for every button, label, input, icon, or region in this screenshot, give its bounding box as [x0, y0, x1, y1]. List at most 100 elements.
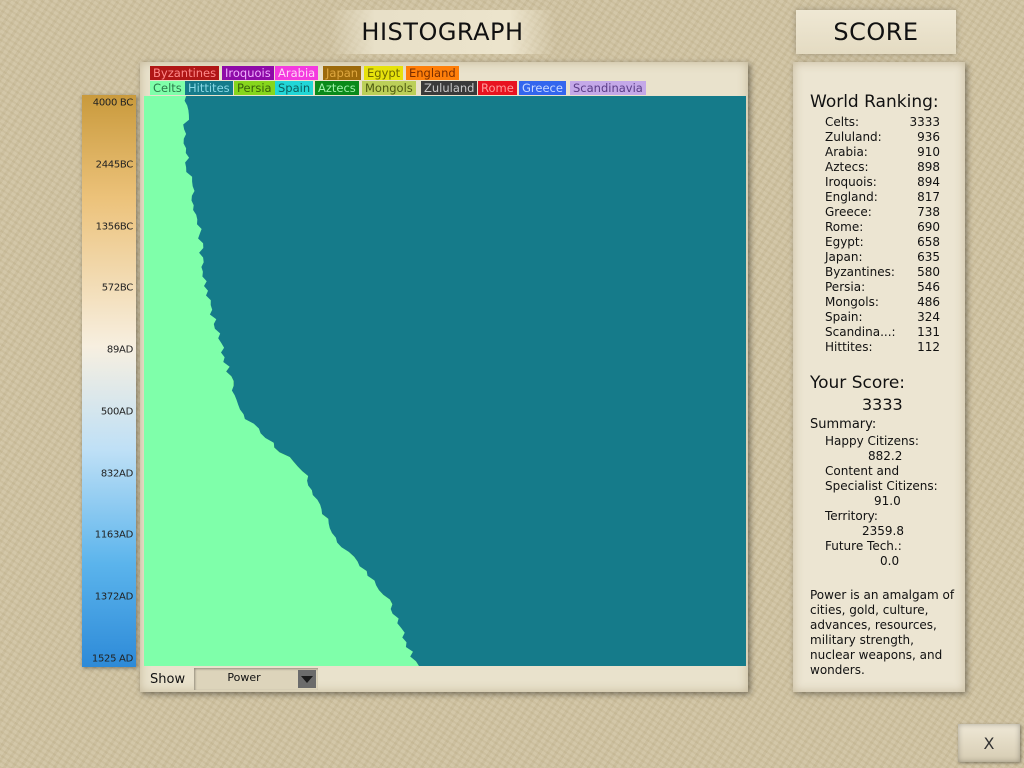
- score-title: SCORE: [833, 18, 919, 46]
- timeline-tick: 1372AD: [94, 591, 134, 603]
- ranking-row: Hittites: 112: [825, 340, 940, 355]
- ranking-civ-name: Spain:: [825, 310, 863, 324]
- close-button[interactable]: X: [958, 724, 1020, 762]
- ranking-row: Egypt: 658: [825, 235, 940, 250]
- legend-item-rome: Rome: [478, 81, 517, 95]
- ranking-civ-score: 112: [917, 340, 940, 354]
- legend-item-mongols: Mongols: [362, 81, 416, 95]
- timeline-tick: 832AD: [100, 468, 133, 480]
- legend-item-japan: Japan: [323, 66, 362, 80]
- band-hittites: [183, 96, 746, 666]
- ranking-row: England: 817: [825, 190, 940, 205]
- ranking-row: Arabia: 910: [825, 145, 940, 160]
- ranking-civ-name: Byzantines:: [825, 265, 895, 279]
- show-dropdown[interactable]: Power: [194, 668, 318, 690]
- ranking-civ-score: 486: [917, 295, 940, 309]
- timeline-tick: 1163AD: [94, 529, 134, 541]
- timeline-tick: 1525 AD: [91, 653, 133, 665]
- legend-item-celts: Celts: [150, 81, 185, 95]
- happy-citizens-value: 882.2: [868, 449, 903, 463]
- legend-row-2: Celts Hittites Persia Spain Aztecs Mongols Zul…: [150, 81, 750, 95]
- legend-item-zululand: Zululand: [421, 81, 478, 95]
- legend-item-arabia: Arabia: [275, 66, 319, 80]
- ranking-civ-score: 817: [917, 190, 940, 204]
- show-dropdown-value: Power: [227, 671, 261, 684]
- content-citizens-label-1: Content and: [825, 464, 900, 478]
- ranking-row: Byzantines: 580: [825, 265, 940, 280]
- ranking-civ-name: Egypt:: [825, 235, 864, 249]
- summary-title: Summary:: [810, 417, 877, 432]
- ranking-row: Mongols: 486: [825, 295, 940, 310]
- ranking-civ-name: Hittites:: [825, 340, 873, 354]
- content-citizens-label-2: Specialist Citizens:: [825, 479, 938, 493]
- ranking-row: Scandina...: 131: [825, 325, 940, 340]
- ranking-civ-name: Aztecs:: [825, 160, 869, 174]
- legend-item-spain: Spain: [275, 81, 314, 95]
- score-title-panel: SCORE: [796, 10, 956, 54]
- ranking-civ-name: Iroquois:: [825, 175, 877, 189]
- dropdown-arrow-button[interactable]: [298, 670, 316, 688]
- your-score-value: 3333: [862, 395, 903, 414]
- ranking-row: Greece: 738: [825, 205, 940, 220]
- timeline-tick: 500AD: [100, 406, 133, 418]
- ranking-row: Persia: 546: [825, 280, 940, 295]
- ranking-civ-name: Celts:: [825, 115, 860, 129]
- legend-item-persia: Persia: [234, 81, 275, 95]
- future-tech-label: Future Tech.:: [825, 539, 902, 553]
- legend-item-byzantines: Byzantines: [150, 66, 220, 80]
- ranking-civ-name: Rome:: [825, 220, 864, 234]
- power-description: Power is an amalgam of cities, gold, cul…: [810, 588, 955, 677]
- ranking-civ-score: 738: [917, 205, 940, 219]
- timeline-tick: 572BC: [101, 282, 134, 294]
- ranking-civ-score: 898: [917, 160, 940, 174]
- ranking-civ-score: 690: [917, 220, 940, 234]
- ranking-civ-name: Greece:: [825, 205, 872, 219]
- happy-citizens-label: Happy Citizens:: [825, 434, 919, 448]
- ranking-civ-score: 3333: [909, 115, 940, 129]
- chevron-down-icon: [301, 675, 313, 683]
- ranking-civ-name: England:: [825, 190, 878, 204]
- legend-row-1: Byzantines Iroquois Arabia Japan Egypt Englan…: [150, 66, 750, 80]
- legend-item-iroquois: Iroquois: [222, 66, 274, 80]
- timeline-tick: 2445BC: [95, 159, 134, 171]
- histograph-title: HISTOGRAPH: [361, 18, 524, 46]
- ranking-civ-score: 894: [917, 175, 940, 189]
- timeline-tick: 89AD: [106, 344, 133, 356]
- ranking-civ-score: 580: [917, 265, 940, 279]
- ranking-civ-name: Zululand:: [825, 130, 882, 144]
- ranking-civ-score: 324: [917, 310, 940, 324]
- histograph-title-panel: HISTOGRAPH: [330, 10, 555, 54]
- timeline-tick: 1356BC: [95, 221, 134, 233]
- ranking-row: Aztecs: 898: [825, 160, 940, 175]
- timeline-bar: 4000 BC 2445BC 1356BC 572BC 89AD 500AD 832AD 11…: [82, 95, 136, 667]
- ranking-row: Spain: 324: [825, 310, 940, 325]
- ranking-row: Rome: 690: [825, 220, 940, 235]
- territory-value: 2359.8: [862, 524, 904, 538]
- ranking-civ-score: 936: [917, 130, 940, 144]
- ranking-row: Celts: 3333: [825, 115, 940, 130]
- ranking-civ-score: 635: [917, 250, 940, 264]
- your-score-title: Your Score:: [810, 373, 906, 393]
- legend-item-scandinavia: Scandinavia: [570, 81, 646, 95]
- legend-item-england: England: [406, 66, 459, 80]
- future-tech-value: 0.0: [880, 554, 900, 568]
- territory-label: Territory:: [825, 509, 878, 523]
- show-label: Show: [150, 672, 186, 687]
- histograph-chart: [144, 96, 746, 666]
- ranking-civ-score: 658: [917, 235, 940, 249]
- content-citizens-value: 91.0: [874, 494, 901, 508]
- ranking-civ-score: 131: [917, 325, 940, 339]
- ranking-civ-score: 910: [917, 145, 940, 159]
- ranking-civ-name: Japan:: [825, 250, 863, 264]
- histograph-chart-svg: [183, 96, 746, 666]
- ranking-civ-name: Mongols:: [825, 295, 879, 309]
- ranking-civ-name: Scandina...:: [825, 325, 896, 339]
- timeline-tick: 4000 BC: [92, 97, 134, 109]
- world-ranking-title: World Ranking:: [810, 92, 939, 112]
- close-icon: X: [983, 733, 995, 753]
- legend-item-egypt: Egypt: [364, 66, 404, 80]
- legend-item-aztecs: Aztecs: [315, 81, 359, 95]
- ranking-row: Iroquois: 894: [825, 175, 940, 190]
- ranking-row: Zululand: 936: [825, 130, 940, 145]
- ranking-row: Japan: 635: [825, 250, 940, 265]
